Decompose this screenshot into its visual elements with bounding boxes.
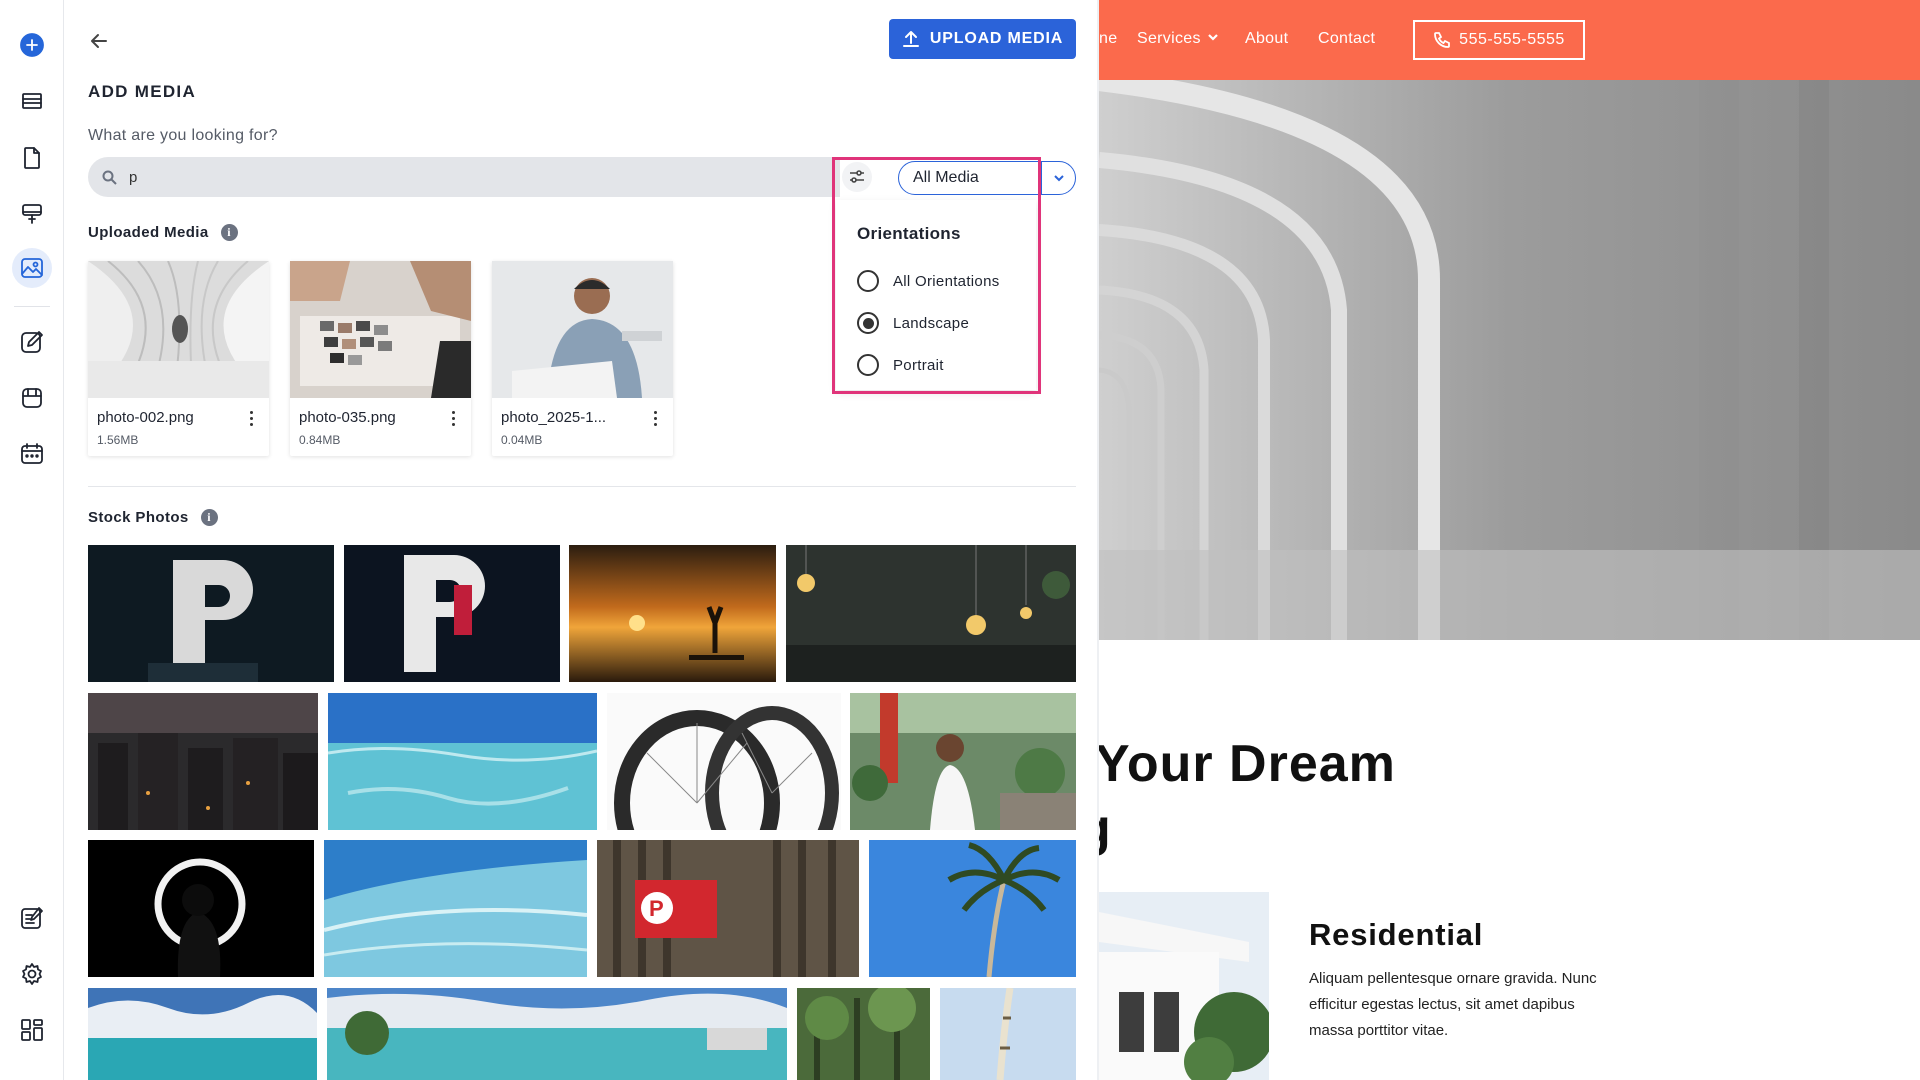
upload-media-label: UPLOAD MEDIA xyxy=(929,30,1064,47)
stock-photo[interactable] xyxy=(88,693,318,830)
sections-icon[interactable] xyxy=(12,81,52,121)
stock-photo[interactable] xyxy=(88,840,314,977)
rail-divider xyxy=(14,306,50,307)
add-media-panel: UPLOAD MEDIA ADD MEDIA What are you look… xyxy=(64,0,1160,1080)
stock-photo[interactable]: P xyxy=(597,840,859,977)
media-thumbnail[interactable] xyxy=(492,261,673,398)
upload-icon xyxy=(902,31,919,47)
store-icon[interactable] xyxy=(12,378,52,418)
svg-text:P: P xyxy=(649,896,664,921)
stock-photo[interactable] xyxy=(940,988,1076,1080)
apps-grid-icon[interactable] xyxy=(12,1010,52,1050)
chevron-down-icon xyxy=(1207,30,1219,48)
upload-media-button[interactable]: UPLOAD MEDIA xyxy=(889,19,1076,59)
media-filesize: 0.04MB xyxy=(501,433,543,447)
site-navbar: ne Services About Contact 555-555-5555 xyxy=(1099,0,1920,80)
more-options-icon[interactable] xyxy=(644,407,666,429)
stock-photo[interactable] xyxy=(607,693,841,830)
media-filename: photo-002.png xyxy=(97,409,194,426)
media-thumbnail[interactable] xyxy=(290,261,471,398)
stock-photo[interactable] xyxy=(324,840,587,977)
site-preview: ne Services About Contact 555-555-5555 Y… xyxy=(1099,0,1920,1080)
nav-services-label: Services xyxy=(1137,30,1201,48)
media-filename: photo_2025-1... xyxy=(501,409,607,426)
nav-link-services[interactable]: Services xyxy=(1137,30,1219,48)
media-thumbnail[interactable] xyxy=(88,260,269,399)
nav-link-contact[interactable]: Contact xyxy=(1318,30,1375,48)
left-rail xyxy=(0,0,64,1080)
edit-icon[interactable] xyxy=(12,322,52,362)
stock-photo[interactable] xyxy=(327,988,787,1080)
section-divider xyxy=(88,486,1076,487)
stock-photos-heading: Stock Photos i xyxy=(88,509,218,526)
stock-photo[interactable] xyxy=(88,988,317,1080)
search-icon xyxy=(102,170,117,185)
settings-gear-icon[interactable] xyxy=(12,954,52,994)
nav-link-partial[interactable]: ne xyxy=(1099,30,1117,48)
more-options-icon[interactable] xyxy=(442,407,464,429)
uploaded-media-card[interactable]: photo-002.png 1.56MB xyxy=(88,260,269,456)
stock-photo[interactable] xyxy=(328,693,597,830)
nav-link-about[interactable]: About xyxy=(1245,30,1288,48)
select-divider xyxy=(1041,162,1042,194)
back-arrow-icon[interactable] xyxy=(84,26,114,56)
residential-image xyxy=(1099,892,1269,1080)
hero-heading: Your Dream xyxy=(1099,735,1396,793)
hero-image xyxy=(1099,80,1920,640)
uploaded-media-card[interactable]: photo_2025-1... 0.04MB xyxy=(492,261,673,456)
stock-photos-label: Stock Photos xyxy=(88,509,189,526)
stock-photo[interactable] xyxy=(88,545,334,682)
phone-icon xyxy=(1434,32,1451,48)
uploaded-media-label: Uploaded Media xyxy=(88,224,209,241)
media-filesize: 1.56MB xyxy=(97,433,139,447)
stock-photo[interactable] xyxy=(786,545,1076,682)
blog-edit-icon[interactable] xyxy=(12,898,52,938)
media-icon[interactable] xyxy=(12,248,52,288)
panel-title: ADD MEDIA xyxy=(88,82,197,101)
media-filesize: 0.84MB xyxy=(299,433,341,447)
design-icon[interactable] xyxy=(12,194,52,234)
info-icon[interactable]: i xyxy=(220,224,238,241)
pages-icon[interactable] xyxy=(12,138,52,178)
add-icon[interactable] xyxy=(12,25,52,65)
stock-photo[interactable] xyxy=(797,988,930,1080)
stock-photo[interactable] xyxy=(850,693,1076,830)
search-input[interactable] xyxy=(129,168,729,186)
chevron-down-icon[interactable] xyxy=(1051,170,1067,186)
stock-photo[interactable] xyxy=(344,545,560,682)
residential-text: Aliquam pellentesque ornare gravida. Nun… xyxy=(1309,970,1597,1039)
info-icon[interactable]: i xyxy=(200,509,218,526)
stock-photo[interactable] xyxy=(869,840,1076,977)
highlight-box xyxy=(832,157,1041,394)
phone-button[interactable]: 555-555-5555 xyxy=(1413,20,1585,60)
uploaded-media-card[interactable]: photo-035.png 0.84MB xyxy=(290,261,471,456)
more-options-icon[interactable] xyxy=(240,407,262,429)
hero-heading-line2: g xyxy=(1099,796,1111,860)
search-bar[interactable] xyxy=(88,157,840,197)
phone-number: 555-555-5555 xyxy=(1459,31,1565,48)
search-prompt: What are you looking for? xyxy=(88,127,278,144)
residential-title: Residential xyxy=(1309,917,1484,952)
uploaded-media-heading: Uploaded Media i xyxy=(88,224,238,241)
stock-photo[interactable] xyxy=(569,545,776,682)
media-filename: photo-035.png xyxy=(299,409,396,426)
calendar-icon[interactable] xyxy=(12,434,52,474)
